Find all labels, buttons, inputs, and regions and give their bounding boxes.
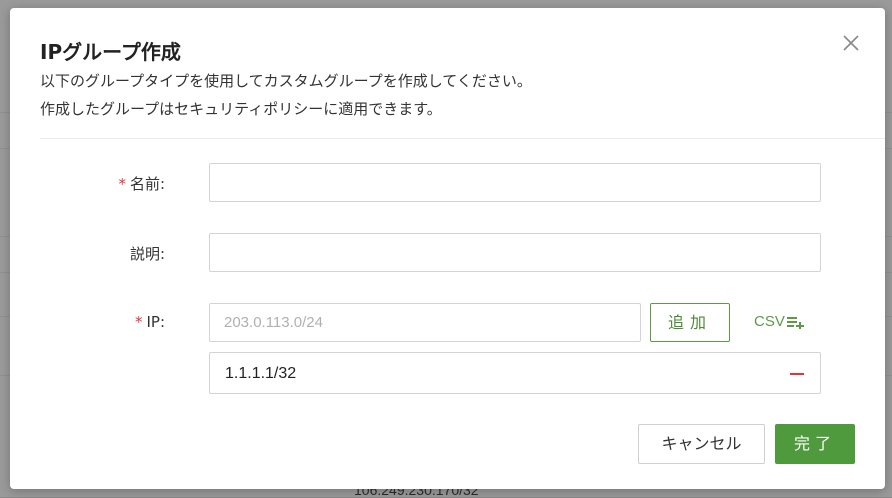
done-button[interactable]: 完了 <box>775 424 855 464</box>
cancel-button[interactable]: キャンセル <box>638 424 765 464</box>
list-add-icon <box>786 317 804 331</box>
ip-entry-row: 1.1.1.1/32 <box>209 352 821 394</box>
description-input[interactable] <box>209 233 821 272</box>
required-mark: * <box>118 175 126 193</box>
dialog-description-line1: 以下のグループタイプを使用してカスタムグループを作成してください。 <box>40 72 532 90</box>
dialog-title: IPグループ作成 <box>40 40 181 64</box>
description-label-text: 説明: <box>129 245 165 263</box>
name-label: * 名前: <box>10 173 165 194</box>
ip-label: * IP: <box>10 313 165 331</box>
close-icon[interactable] <box>840 32 862 54</box>
name-input[interactable] <box>209 163 821 202</box>
ip-label-text: IP: <box>146 313 165 331</box>
csv-link-text: CSV <box>754 313 785 330</box>
csv-import-link[interactable]: CSV <box>754 313 805 331</box>
add-ip-button[interactable]: 追加 <box>650 303 730 342</box>
header-divider <box>40 138 885 139</box>
ip-group-dialog: IPグループ作成 以下のグループタイプを使用してカスタムグループを作成してくださ… <box>10 8 885 489</box>
ip-entry-value: 1.1.1.1/32 <box>225 365 297 382</box>
minus-icon[interactable] <box>790 373 804 375</box>
name-label-text: 名前: <box>129 175 165 193</box>
required-mark: * <box>134 313 143 331</box>
description-label: 説明: <box>10 243 165 264</box>
dialog-description-line2: 作成したグループはセキュリティポリシーに適用できます。 <box>40 100 442 118</box>
ip-input[interactable] <box>209 303 641 342</box>
